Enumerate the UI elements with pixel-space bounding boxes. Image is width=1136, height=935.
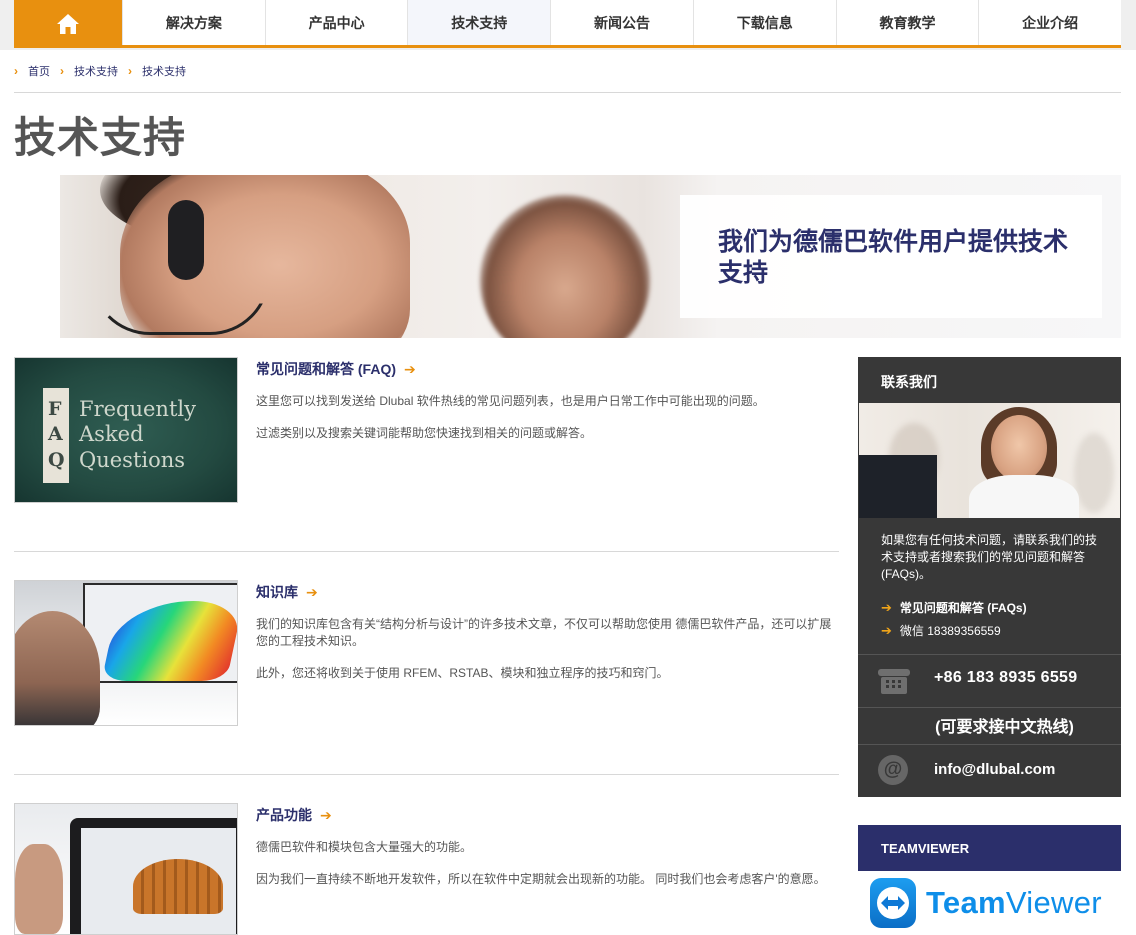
- contact-divider: [858, 654, 1121, 655]
- teamviewer-heading: TEAMVIEWER: [858, 825, 1121, 871]
- faq-word: Asked: [79, 422, 144, 446]
- article-paragraph: 德儒巴软件和模块包含大量强大的功能。: [256, 840, 473, 854]
- arrow-right-icon: ➔: [320, 806, 332, 823]
- email-link[interactable]: info@dlubal.com: [934, 761, 1055, 778]
- teamviewer-logo-link[interactable]: TeamViewer: [858, 871, 1121, 935]
- article-paragraph: 此外，您还将收到关于使用 RFEM、RSTAB、模块和独立程序的技巧和窍门。: [256, 666, 669, 680]
- teamviewer-logo-viewer: Viewer: [1005, 885, 1102, 920]
- home-button[interactable]: [14, 0, 122, 48]
- teamviewer-logo-icon: [870, 878, 916, 928]
- house-icon: [57, 14, 79, 34]
- phone-icon: [878, 669, 910, 694]
- article-title-link[interactable]: 常见问题和解答 (FAQ) ➔: [256, 359, 416, 379]
- contact-heading: 联系我们: [881, 374, 937, 390]
- breadcrumb-support-link[interactable]: 技术支持: [74, 63, 118, 79]
- knowledge-base-thumbnail[interactable]: [14, 580, 238, 726]
- faq-word: Frequently: [79, 397, 196, 421]
- email-icon: @: [878, 755, 908, 785]
- contact-photo-shirt: [969, 475, 1079, 518]
- contact-panel: 联系我们 如果您有任何技术问题，请联系我们的技术支持或者搜索我们的常见问题和解答…: [858, 357, 1121, 797]
- chevron-right-icon: ›: [60, 64, 64, 78]
- article-title: 常见问题和解答 (FAQ): [256, 361, 396, 377]
- chevron-right-icon: ›: [14, 64, 18, 78]
- double-arrow-icon: [877, 887, 909, 919]
- breadcrumb-home-link[interactable]: 首页: [28, 63, 50, 79]
- article-paragraph: 这里您可以找到发送给 Dlubal 软件热线的常见问题列表，也是用户日常工作中可…: [256, 394, 765, 408]
- nav-item-support[interactable]: 技术支持: [407, 0, 551, 45]
- hero-headline: 我们为德儒巴软件用户提供技术支持: [718, 228, 1069, 287]
- faq-letter: Q: [48, 449, 65, 471]
- hero-photo-woman: [480, 195, 650, 338]
- nav-item-downloads[interactable]: 下载信息: [692, 0, 836, 45]
- faq-chalkboard: F A Q Frequently Asked Questions: [15, 358, 237, 502]
- contact-photo-face: [991, 415, 1047, 481]
- contact-divider: [858, 744, 1121, 745]
- main-nav: 解决方案 产品中心 技术支持 新闻公告 下载信息 教育教学 企业介绍: [14, 0, 1121, 48]
- arrow-right-icon: ➔: [881, 599, 892, 615]
- arrow-right-icon: ➔: [404, 360, 416, 377]
- faq-word: Questions: [79, 448, 186, 472]
- breadcrumb-current[interactable]: 技术支持: [142, 63, 186, 79]
- breadcrumb-divider: [14, 92, 1121, 93]
- arrow-right-icon: ➔: [306, 583, 318, 600]
- headset-icon: [168, 200, 204, 280]
- contact-description: 如果您有任何技术问题，请联系我们的技术支持或者搜索我们的常见问题和解答 (FAQ…: [881, 533, 1098, 581]
- article-paragraph: 我们的知识库包含有关“结构分析与设计”的许多技术文章，不仅可以帮助您使用 德儒巴…: [256, 617, 832, 648]
- article-title: 知识库: [256, 584, 298, 600]
- article-divider: [14, 551, 839, 552]
- nav-item-products[interactable]: 产品中心: [264, 0, 408, 45]
- faq-thumbnail[interactable]: F A Q Frequently Asked Questions: [14, 357, 238, 503]
- teamviewer-logo-text: TeamViewer: [926, 885, 1102, 921]
- teamviewer-logo-team: Team: [926, 885, 1006, 920]
- contact-photo-background-person: [1074, 433, 1114, 513]
- article-title-link[interactable]: 产品功能 ➔: [256, 805, 332, 825]
- arrow-right-icon: ➔: [881, 622, 892, 638]
- article-paragraph: 过滤类别以及搜索关键词能帮助您快速找到相关的问题或解答。: [256, 426, 593, 440]
- hotline-note: (可要求接中文热线): [935, 719, 1074, 736]
- article-title-link[interactable]: 知识库 ➔: [256, 582, 318, 602]
- nav-item-solutions[interactable]: 解决方案: [122, 0, 265, 45]
- phone-number[interactable]: +86 183 8935 6559: [934, 669, 1077, 687]
- contact-wechat-link[interactable]: ➔ 微信 18389356559: [881, 622, 1001, 639]
- chevron-right-icon: ›: [128, 64, 132, 78]
- article-paragraph: 因为我们一直持续不断地开发软件，所以在软件中定期就会出现新的功能。 同时我们也会…: [256, 872, 826, 886]
- pf-hand: [15, 844, 63, 934]
- pf-image: [15, 804, 237, 934]
- pf-structure-model: [133, 859, 223, 914]
- contact-divider: [858, 707, 1121, 708]
- contact-photo: [859, 403, 1120, 518]
- contact-photo-monitor: [859, 455, 937, 518]
- breadcrumb: › 首页 › 技术支持 › 技术支持: [14, 62, 196, 80]
- contact-wechat-label: 微信 18389356559: [899, 624, 1001, 638]
- nav-item-company[interactable]: 企业介绍: [978, 0, 1121, 45]
- nav-item-education[interactable]: 教育教学: [835, 0, 979, 45]
- page-title: 技术支持: [14, 114, 187, 161]
- kb-image: [15, 581, 237, 725]
- article-title: 产品功能: [256, 807, 312, 823]
- article-divider: [14, 774, 839, 775]
- faq-letter: A: [48, 423, 63, 445]
- hero-banner: 我们为德儒巴软件用户提供技术支持: [60, 175, 1121, 338]
- contact-faq-link[interactable]: ➔ 常见问题和解答 (FAQs): [881, 599, 1027, 616]
- product-features-thumbnail[interactable]: [14, 803, 238, 935]
- nav-item-news[interactable]: 新闻公告: [550, 0, 693, 45]
- contact-faq-label: 常见问题和解答 (FAQs): [899, 601, 1027, 615]
- faq-letter: F: [48, 398, 62, 420]
